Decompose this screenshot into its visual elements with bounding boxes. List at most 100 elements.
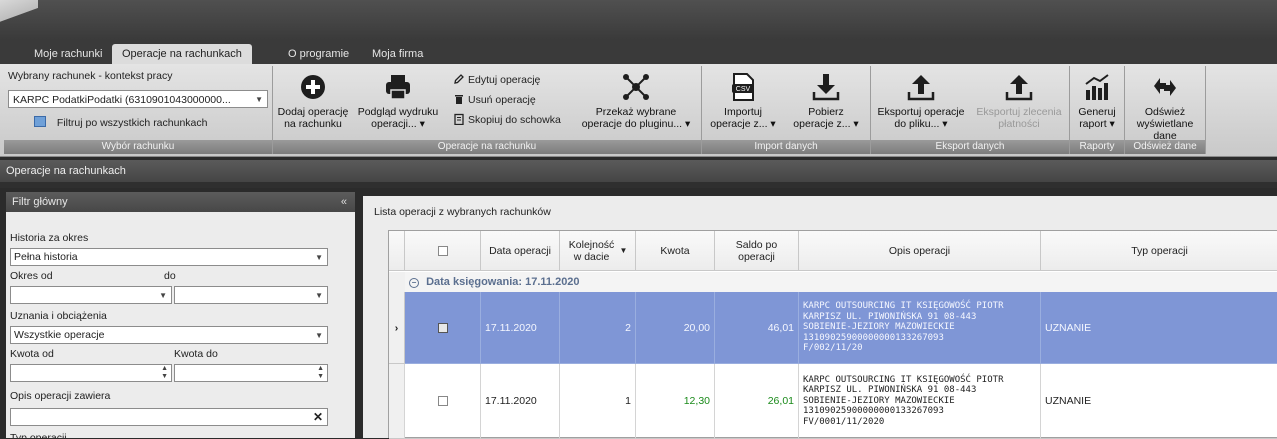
- group-caption: Wybór rachunku: [4, 140, 272, 154]
- spin-icon[interactable]: ▲ ▼: [317, 365, 324, 381]
- cell-description: KARPC OUTSOURCING IT KSIĘGOWOŚĆ PIOTR KA…: [799, 292, 1041, 364]
- description-line: KARPISZ UL. PIWONIŃSKA 91 08-443: [803, 385, 977, 396]
- operations-grid: Data operacji Kolejność w dacie ▼ Kwota …: [388, 230, 1277, 439]
- row-checkbox[interactable]: [437, 322, 448, 333]
- group-caption: Raporty: [1070, 140, 1124, 154]
- column-date[interactable]: Data operacji: [481, 231, 560, 271]
- panel-splitter[interactable]: [355, 188, 363, 438]
- delete-operation-button[interactable]: Usuń operację: [453, 92, 536, 108]
- upload-icon: [906, 72, 936, 102]
- amount-from-stepper[interactable]: ▲ ▼: [10, 364, 172, 382]
- group-row-booking-date[interactable]: − Data księgowania: 17.11.2020: [405, 272, 1277, 293]
- filter-all-label: Filtruj po wszystkich rachunkach: [56, 117, 208, 129]
- table-row[interactable]: › 17.11.2020 2 20,00 46,01 KARPC OUTSOUR…: [389, 292, 1277, 364]
- amount-to-stepper[interactable]: ▲ ▼: [174, 364, 328, 382]
- history-select[interactable]: Pełna historia ▼: [10, 248, 328, 266]
- ribbon-tabs: Moje rachunki Operacje na rachunkach O p…: [0, 40, 1277, 64]
- add-operation-label: Dodaj operację: [277, 106, 349, 118]
- history-select-value: Pełna historia: [14, 251, 78, 263]
- send-to-plugin-label: Przekaż wybrane: [595, 106, 677, 118]
- select-all-header[interactable]: [405, 231, 481, 271]
- column-order[interactable]: Kolejność w dacie ▼: [560, 231, 636, 271]
- trash-icon: [455, 95, 463, 104]
- pencil-icon: [454, 74, 464, 84]
- filter-icon: [34, 116, 46, 127]
- tab-o-programie[interactable]: O programie: [278, 44, 359, 64]
- cell-order: 2: [560, 292, 636, 364]
- collapse-group-icon[interactable]: −: [409, 278, 419, 288]
- amount-to-label: Kwota do: [174, 348, 218, 360]
- chevron-down-icon: ▼: [315, 331, 323, 340]
- add-operation-button[interactable]: Dodaj operację na rachunku: [275, 72, 351, 130]
- edit-operation-button[interactable]: Edytuj operację: [453, 72, 540, 88]
- plus-circle-icon: [298, 72, 328, 102]
- credits-debits-select[interactable]: Wszystkie operacje ▼: [10, 326, 328, 344]
- cell-amount: 20,00: [636, 292, 715, 364]
- column-description[interactable]: Opis operacji: [799, 231, 1041, 271]
- export-operations-button[interactable]: Eksportuj operacje do pliku... ▾: [873, 72, 969, 130]
- cell-type: UZNANIE: [1041, 292, 1277, 364]
- chevron-down-icon: ▼: [255, 95, 263, 104]
- select-all-checkbox[interactable]: [437, 245, 448, 256]
- tab-moje-rachunki[interactable]: Moje rachunki: [24, 44, 112, 64]
- amount-from-label: Kwota od: [10, 348, 54, 360]
- column-amount[interactable]: Kwota: [636, 231, 715, 271]
- description-line: SOBIENIE-JEZIORY MAZOWIECKIE: [803, 395, 955, 406]
- refresh-data-label2: wyświetlane dane: [1136, 118, 1194, 142]
- app-logo: [0, 0, 38, 34]
- clipboard-icon: [454, 113, 464, 126]
- refresh-data-label: Odśwież: [1144, 106, 1186, 118]
- row-checkbox-cell[interactable]: [405, 292, 481, 364]
- send-to-plugin-button[interactable]: Przekaż wybrane operacje do pluginu... ▾: [573, 72, 699, 130]
- description-line: 13109025900000000133267093: [803, 406, 944, 417]
- cell-date: 17.11.2020: [481, 292, 560, 364]
- bar-chart-icon: [1082, 72, 1112, 102]
- cell-order: 1: [560, 364, 636, 439]
- date-to-picker[interactable]: ▼: [174, 286, 328, 304]
- column-type[interactable]: Typ operacji: [1041, 231, 1277, 271]
- generate-report-button[interactable]: Generuj raport ▾: [1072, 72, 1122, 130]
- description-filter-input[interactable]: ✕: [10, 408, 328, 426]
- clear-icon[interactable]: ✕: [313, 409, 323, 425]
- filter-all-accounts[interactable]: Filtruj po wszystkich rachunkach: [34, 116, 207, 129]
- table-row[interactable]: 17.11.2020 1 12,30 26,01 KARPC OUTSOURCI…: [389, 364, 1277, 439]
- refresh-data-button[interactable]: Odśwież wyświetlane dane: [1127, 72, 1203, 142]
- column-balance[interactable]: Saldo po operacji: [715, 231, 799, 271]
- history-label: Historia za okres: [10, 232, 89, 244]
- spin-icon[interactable]: ▲ ▼: [161, 365, 168, 381]
- import-group: CSV Importuj operacje z... ▾ Pobierz ope…: [702, 66, 871, 154]
- import-operations-label2: operacje z... ▾: [710, 118, 776, 130]
- generate-report-label: Generuj: [1078, 106, 1116, 118]
- fetch-operations-label2: operacje z... ▾: [793, 118, 859, 130]
- export-payment-orders-button[interactable]: Eksportuj zlecenia płatności: [971, 72, 1067, 130]
- export-operations-label2: do pliku... ▾: [894, 118, 948, 130]
- filter-panel-header: Filtr główny «: [6, 192, 355, 212]
- credits-debits-value: Wszystkie operacje: [14, 329, 105, 341]
- import-operations-button[interactable]: CSV Importuj operacje z... ▾: [704, 72, 782, 130]
- fetch-operations-button[interactable]: Pobierz operacje z... ▾: [786, 72, 866, 130]
- export-operations-label: Eksportuj operacje: [877, 106, 965, 118]
- group-row-label: Data księgowania: 17.11.2020: [426, 276, 580, 288]
- download-icon: [811, 72, 841, 102]
- operations-list-panel: Lista operacji z wybranych rachunków Dat…: [363, 196, 1277, 439]
- group-caption: Operacje na rachunku: [273, 140, 701, 154]
- row-checkbox[interactable]: [437, 396, 448, 406]
- export-payment-orders-label2: płatności: [998, 118, 1040, 130]
- description-line: KARPC OUTSOURCING IT KSIĘGOWOŚĆ PIOTR: [803, 374, 1004, 385]
- cell-type: UZNANIE: [1041, 364, 1277, 439]
- date-from-picker[interactable]: ▼: [10, 286, 172, 304]
- section-separator: [0, 182, 1277, 188]
- print-preview-label2: operacji... ▾: [371, 118, 425, 130]
- copy-to-clipboard-button[interactable]: Skopiuj do schowka: [453, 112, 561, 128]
- print-preview-button[interactable]: Podgląd wydruku operacji... ▾: [355, 72, 441, 130]
- operation-type-label: Typ operacji: [10, 432, 67, 438]
- account-select[interactable]: KARPC PodatkiPodatki (6310901043000000..…: [8, 90, 268, 108]
- tab-moja-firma[interactable]: Moja firma: [362, 44, 433, 64]
- send-to-plugin-label2: operacje do pluginu... ▾: [581, 118, 691, 130]
- row-checkbox-cell[interactable]: [405, 364, 481, 439]
- generate-report-label2: raport ▾: [1079, 118, 1115, 130]
- export-payment-orders-label: Eksportuj zlecenia: [976, 106, 1062, 118]
- tab-operacje-na-rachunkach[interactable]: Operacje na rachunkach: [112, 44, 252, 64]
- collapse-icon[interactable]: «: [341, 192, 347, 212]
- cell-balance: 26,01: [715, 364, 799, 439]
